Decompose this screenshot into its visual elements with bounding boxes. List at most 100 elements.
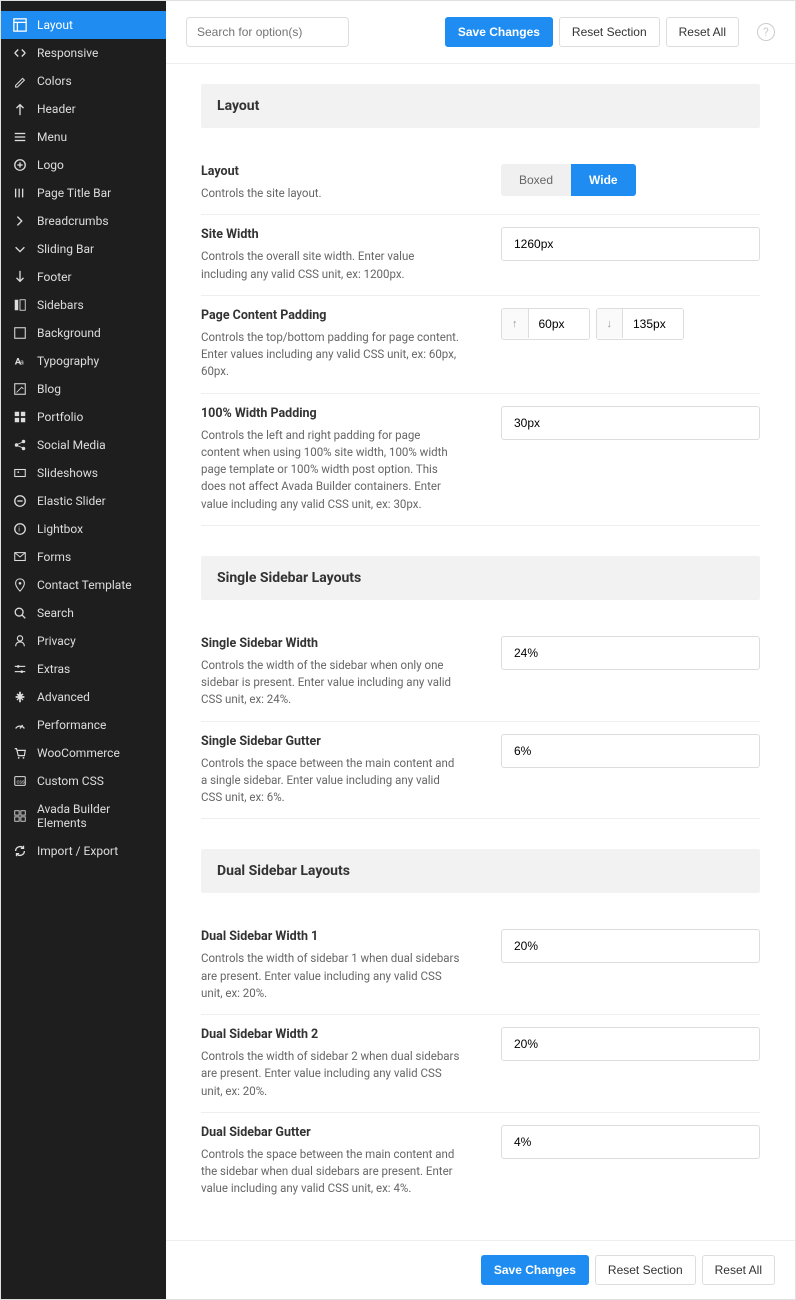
field-dual-sidebar-width-1: Dual Sidebar Width 1 Controls the width … <box>201 917 760 1015</box>
sidebar-item-colors[interactable]: Colors <box>1 67 166 95</box>
sidebar-item-label: WooCommerce <box>37 746 120 760</box>
bottom-bar: Save Changes Reset Section Reset All <box>166 1240 795 1299</box>
sidebar-item-custom-css[interactable]: css Custom CSS <box>1 767 166 795</box>
sidebar-item-label: Contact Template <box>37 578 132 592</box>
sidebar-item-social-media[interactable]: Social Media <box>1 431 166 459</box>
sidebar-item-label: Social Media <box>37 438 106 452</box>
full-padding-input[interactable] <box>501 406 760 440</box>
sidebar-item-footer[interactable]: Footer <box>1 263 166 291</box>
sidebar-item-label: Slideshows <box>37 466 98 480</box>
sidebar-item-lightbox[interactable]: iLightbox <box>1 515 166 543</box>
sidebar-item-page-title-bar[interactable]: Page Title Bar <box>1 179 166 207</box>
field-full-width-padding: 100% Width Padding Controls the left and… <box>201 394 760 526</box>
sidebar-item-label: Footer <box>37 270 72 284</box>
sidebar-item-label: Menu <box>37 130 67 144</box>
dual-w2-input[interactable] <box>501 1027 760 1061</box>
header-icon <box>13 102 27 116</box>
single-width-input[interactable] <box>501 636 760 670</box>
toggle-boxed[interactable]: Boxed <box>501 164 571 196</box>
slideshow-icon <box>13 466 27 480</box>
field-dual-sidebar-width-2: Dual Sidebar Width 2 Controls the width … <box>201 1015 760 1113</box>
sidebar-item-label: Extras <box>37 662 70 676</box>
padding-top-box: ↑ <box>501 308 590 340</box>
cart-icon <box>13 746 27 760</box>
lightbox-icon: i <box>13 522 27 536</box>
responsive-icon <box>13 46 27 60</box>
builder-icon <box>13 809 27 823</box>
sidebar-item-header[interactable]: Header <box>1 95 166 123</box>
sidebar-item-label: Performance <box>37 718 106 732</box>
toggle-wide[interactable]: Wide <box>571 164 636 196</box>
save-changes-button[interactable]: Save Changes <box>445 17 553 47</box>
padding-bottom-box: ↓ <box>596 308 685 340</box>
padding-bottom-input[interactable] <box>623 309 683 339</box>
arrow-up-icon: ↑ <box>502 309 529 338</box>
sidebar-item-woocommerce[interactable]: WooCommerce <box>1 739 166 767</box>
padding-top-input[interactable] <box>529 309 589 339</box>
sidebar-item-extras[interactable]: Extras <box>1 655 166 683</box>
menu-icon <box>13 130 27 144</box>
dual-gutter-input[interactable] <box>501 1125 760 1159</box>
slider-icon <box>13 494 27 508</box>
site-width-input[interactable] <box>501 227 760 261</box>
help-icon[interactable]: ? <box>757 23 775 41</box>
field-desc: Controls the space between the main cont… <box>201 1146 461 1198</box>
sidebar-item-layout[interactable]: Layout <box>1 11 166 39</box>
sidebar-item-logo[interactable]: Logo <box>1 151 166 179</box>
section-header-layout: Layout <box>201 84 760 128</box>
sidebar-item-forms[interactable]: Forms <box>1 543 166 571</box>
dual-w1-input[interactable] <box>501 929 760 963</box>
sidebar-item-sidebars[interactable]: Sidebars <box>1 291 166 319</box>
sidebar-item-slideshows[interactable]: Slideshows <box>1 459 166 487</box>
reset-section-button-bottom[interactable]: Reset Section <box>595 1255 696 1285</box>
blog-icon <box>13 382 27 396</box>
sidebar-item-search[interactable]: Search <box>1 599 166 627</box>
logo-icon <box>13 158 27 172</box>
sidebar-item-label: Responsive <box>37 46 98 60</box>
typography-icon: Aa <box>13 354 27 368</box>
sidebar-item-background[interactable]: Background <box>1 319 166 347</box>
sliding-bar-icon <box>13 242 27 256</box>
field-desc: Controls the left and right padding for … <box>201 427 461 513</box>
sidebar-item-menu[interactable]: Menu <box>1 123 166 151</box>
field-desc: Controls the space between the main cont… <box>201 755 461 807</box>
sidebar-item-avada-builder[interactable]: Avada Builder Elements <box>1 795 166 837</box>
sidebar-item-sliding-bar[interactable]: Sliding Bar <box>1 235 166 263</box>
sidebar-item-advanced[interactable]: Advanced <box>1 683 166 711</box>
sidebar-item-portfolio[interactable]: Portfolio <box>1 403 166 431</box>
sidebar-item-label: Page Title Bar <box>37 186 111 200</box>
field-title: Single Sidebar Width <box>201 636 461 651</box>
sidebar-item-label: Breadcrumbs <box>37 214 109 228</box>
sidebar-item-typography[interactable]: AaTypography <box>1 347 166 375</box>
search-input[interactable] <box>186 17 349 47</box>
share-icon <box>13 438 27 452</box>
field-title: Dual Sidebar Gutter <box>201 1125 461 1140</box>
field-title: Site Width <box>201 227 461 242</box>
sidebar-item-breadcrumbs[interactable]: Breadcrumbs <box>1 207 166 235</box>
field-desc: Controls the overall site width. Enter v… <box>201 248 461 283</box>
sidebar-item-contact-template[interactable]: Contact Template <box>1 571 166 599</box>
field-desc: Controls the width of sidebar 2 when dua… <box>201 1048 461 1100</box>
sidebars-icon <box>13 298 27 312</box>
sidebar-item-blog[interactable]: Blog <box>1 375 166 403</box>
reset-all-button-bottom[interactable]: Reset All <box>702 1255 775 1285</box>
sidebar-item-elastic-slider[interactable]: Elastic Slider <box>1 487 166 515</box>
layout-toggle: Boxed Wide <box>501 164 636 196</box>
top-bar: Save Changes Reset Section Reset All ? <box>166 1 795 64</box>
reset-all-button[interactable]: Reset All <box>666 17 739 47</box>
sidebar-item-responsive[interactable]: Responsive <box>1 39 166 67</box>
svg-text:css: css <box>17 780 25 786</box>
sidebar-item-label: Elastic Slider <box>37 494 106 508</box>
field-title: Dual Sidebar Width 1 <box>201 929 461 944</box>
breadcrumbs-icon <box>13 214 27 228</box>
sidebar-item-privacy[interactable]: Privacy <box>1 627 166 655</box>
single-gutter-input[interactable] <box>501 734 760 768</box>
sidebar-item-import-export[interactable]: Import / Export <box>1 837 166 865</box>
sidebar-item-label: Custom CSS <box>37 774 104 788</box>
sidebar-item-performance[interactable]: Performance <box>1 711 166 739</box>
background-icon <box>13 326 27 340</box>
sidebar-item-label: Advanced <box>37 690 90 704</box>
reset-section-button[interactable]: Reset Section <box>559 17 660 47</box>
save-changes-button-bottom[interactable]: Save Changes <box>481 1255 589 1285</box>
svg-text:a: a <box>20 359 24 367</box>
